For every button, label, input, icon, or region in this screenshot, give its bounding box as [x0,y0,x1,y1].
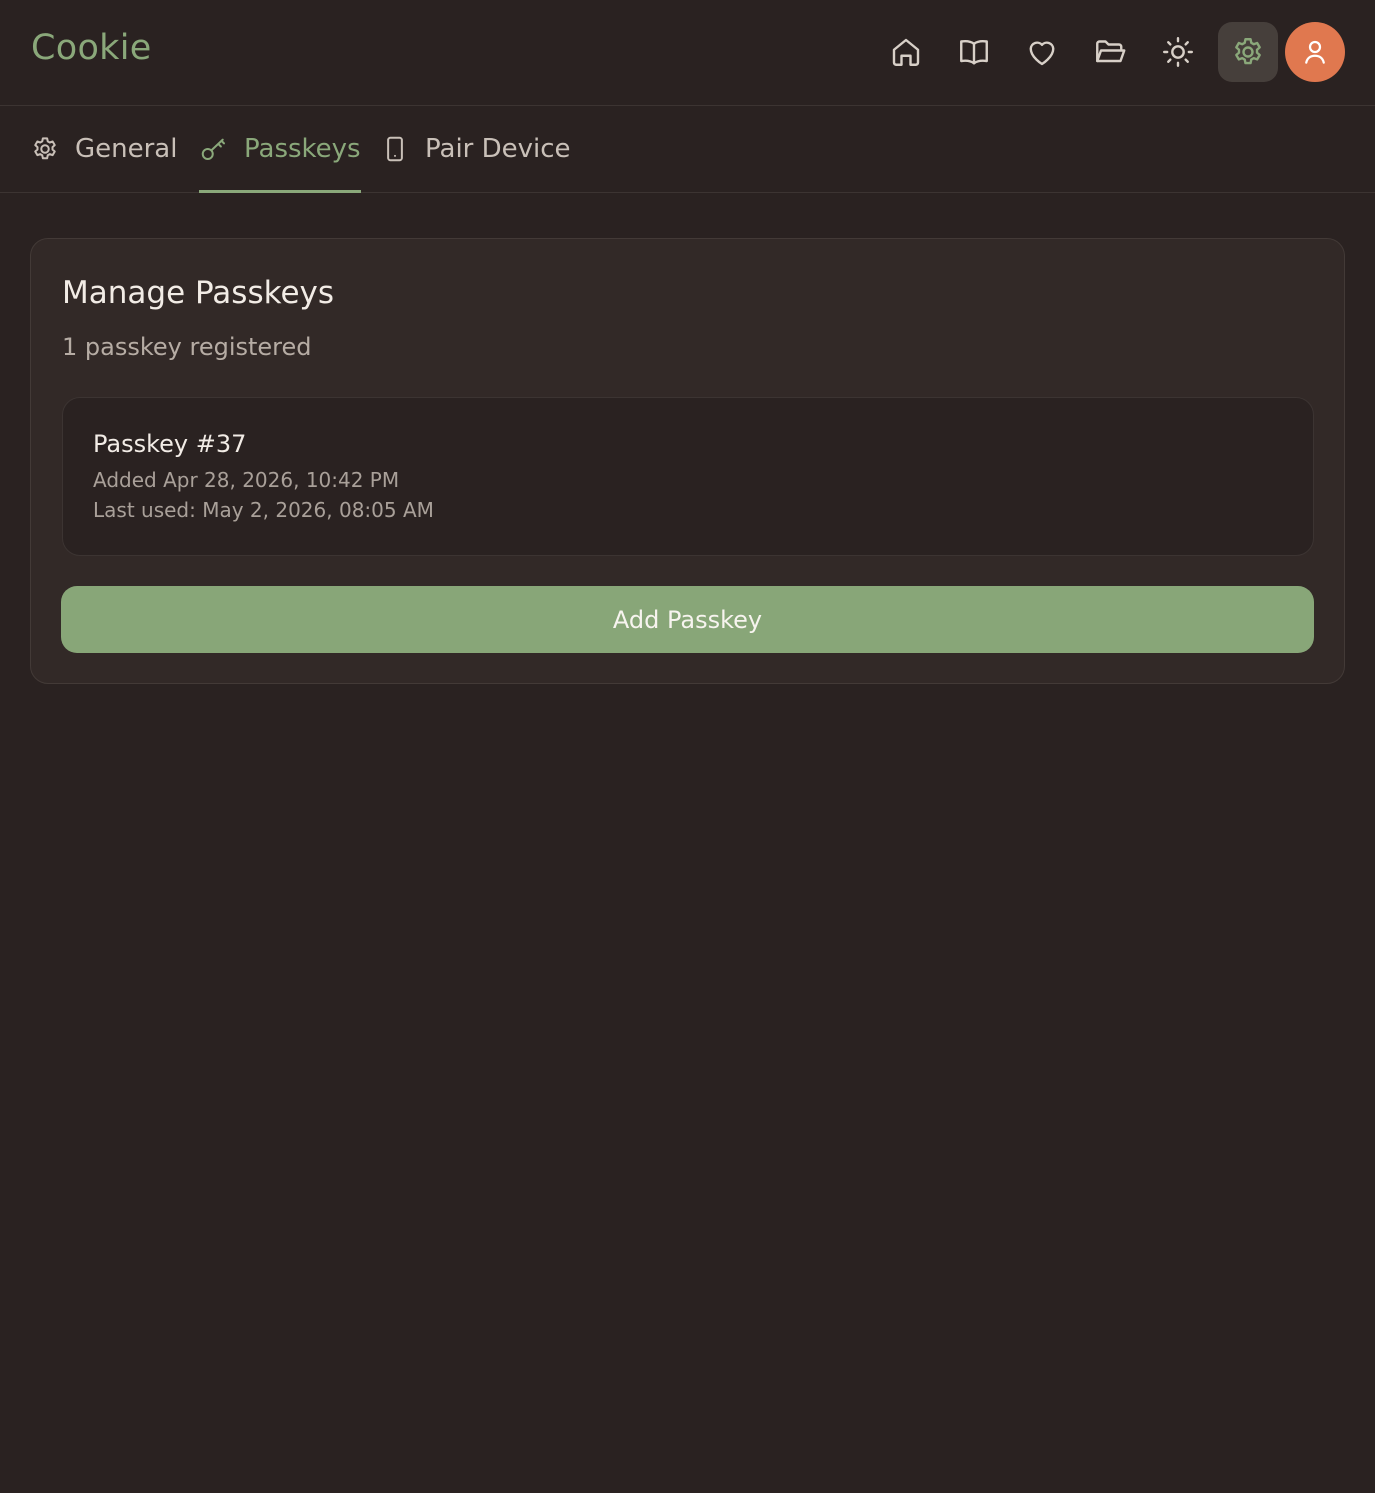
gear-icon [34,137,56,160]
favorites-button[interactable] [1012,22,1072,82]
app-logo[interactable]: Cookie [31,28,152,68]
passkey-added-date: Added Apr 28, 2026, 10:42 PM [93,468,400,492]
phone-icon [387,136,403,162]
tab-passkeys-label: Passkeys [244,134,361,164]
settings-button[interactable] [1218,22,1278,82]
collections-button[interactable] [1080,22,1140,82]
heart-icon [1029,41,1055,66]
folder-icon [1096,40,1126,63]
top-bar: Cookie [0,0,1375,106]
settings-icon [1235,38,1261,65]
sun-icon [1163,37,1193,67]
passkey-name: Passkey #37 [93,430,247,458]
card-title: Manage Passkeys [62,275,335,311]
manage-passkeys-card: Manage Passkeys 1 passkey registered Pas… [30,238,1345,684]
settings-tabs: General Passkeys Pair Device [0,106,1375,193]
user-avatar-button[interactable] [1285,22,1345,82]
user-icon [1305,40,1325,64]
add-passkey-button[interactable]: Add Passkey [61,586,1314,653]
tab-pair-device[interactable]: Pair Device [380,106,571,192]
tab-pair-device-label: Pair Device [425,134,571,164]
passkey-last-used: Last used: May 2, 2026, 08:05 AM [93,498,434,522]
passkey-count: 1 passkey registered [62,333,312,361]
recipes-button[interactable] [944,22,1004,82]
tab-general-label: General [75,134,178,164]
theme-toggle-button[interactable] [1148,22,1208,82]
home-button[interactable] [876,22,936,82]
passkey-list-item: Passkey #37 Added Apr 28, 2026, 10:42 PM… [62,397,1314,556]
book-icon [960,40,988,65]
tab-general[interactable]: General [30,106,177,192]
tab-passkeys[interactable]: Passkeys [199,106,361,193]
home-icon [892,38,920,66]
key-icon [201,138,225,160]
